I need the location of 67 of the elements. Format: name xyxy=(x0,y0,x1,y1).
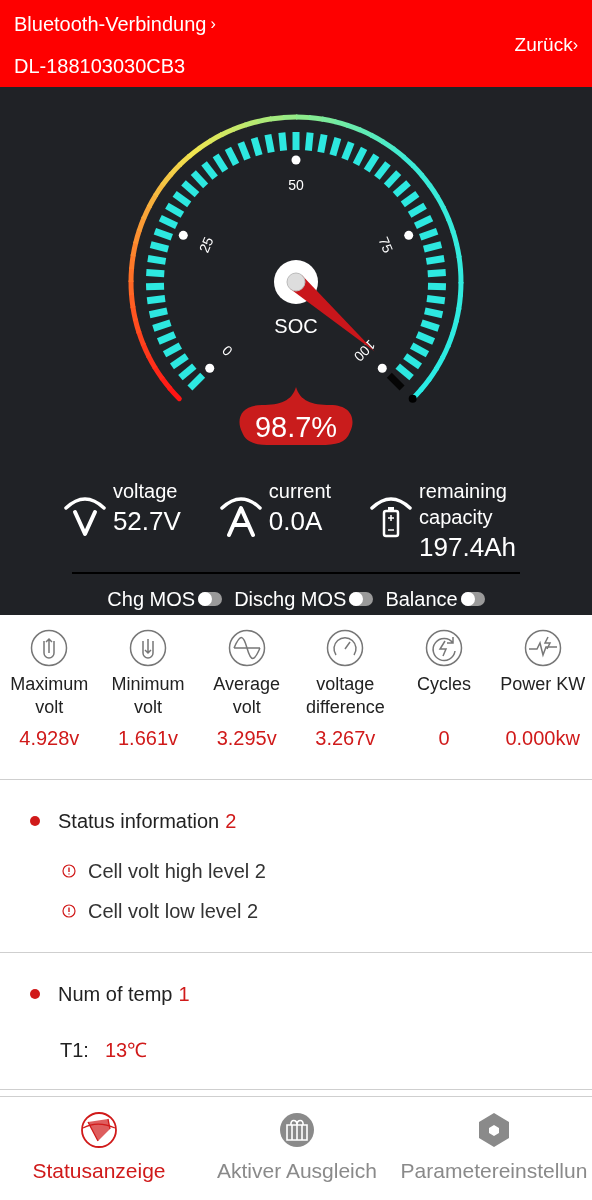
switch-label: Balance xyxy=(385,587,458,612)
nav-tab[interactable]: Parametereinstellun xyxy=(396,1111,592,1187)
reading-label: voltage xyxy=(112,479,179,504)
stat-value: 0 xyxy=(438,726,450,751)
scale-label: 100 xyxy=(350,336,379,365)
back-button[interactable]: Zurück› xyxy=(514,32,578,58)
section-count: 1 xyxy=(178,982,190,1007)
stat-label: Cycles xyxy=(416,673,472,696)
stat-value: 4.928v xyxy=(19,726,80,751)
nav-tab[interactable]: Aktiver Ausgleich xyxy=(198,1111,396,1187)
status-message: Cell volt low level 2 xyxy=(88,899,259,924)
stat-value: 3.295v xyxy=(216,726,277,751)
toggle-switch[interactable] xyxy=(349,592,374,606)
switch-label: Dischg MOS xyxy=(234,587,347,612)
gift-icon xyxy=(278,1111,316,1149)
sine-wave-icon xyxy=(227,629,266,667)
scale-label: 0 xyxy=(218,342,236,360)
voltage-icon xyxy=(62,494,107,538)
switch-label: Chg MOS xyxy=(107,587,196,612)
scale-dot-icon xyxy=(291,155,301,165)
gauge-icon xyxy=(326,629,365,667)
scale-dot-icon xyxy=(205,363,215,373)
section-title: Num of temp xyxy=(58,982,173,1007)
section-title: Status information xyxy=(58,809,220,834)
warning-icon xyxy=(62,864,76,878)
arrow-down-icon xyxy=(129,629,167,667)
scale-dot-icon xyxy=(377,363,387,373)
soc-value: 98.7% xyxy=(254,411,338,443)
chevron-icon: › xyxy=(210,12,216,36)
pulse-icon xyxy=(523,629,562,667)
stat-label: Average volt xyxy=(212,673,281,719)
temp-value: 13℃ xyxy=(104,1038,148,1063)
section-count: 2 xyxy=(225,809,237,834)
bullet-icon xyxy=(30,989,40,999)
nav-tab[interactable]: Statusanzeige xyxy=(0,1111,198,1187)
stat-value: 0.000kw xyxy=(505,726,580,751)
stat-label: voltage difference xyxy=(304,673,386,719)
stat-value: 1.661v xyxy=(117,726,178,751)
connection-link[interactable]: Bluetooth-Verbindung xyxy=(14,9,207,39)
cycle-icon xyxy=(425,629,463,667)
bullet-icon xyxy=(30,816,40,826)
current-icon xyxy=(218,494,263,538)
scale-label: 25 xyxy=(195,234,217,255)
scale-dot-icon xyxy=(404,230,414,240)
reading-label: current xyxy=(268,479,332,504)
toggle-switch[interactable] xyxy=(198,592,223,606)
end-dot-icon xyxy=(408,394,417,403)
scale-dot-icon xyxy=(178,230,188,240)
scale-label: 75 xyxy=(375,234,397,255)
device-name: DL-188103030CB3 xyxy=(14,54,187,79)
stat-label: Power KW xyxy=(499,673,587,696)
temp-name: T1: xyxy=(60,1038,89,1063)
reading-value: 197.4Ah xyxy=(419,531,517,564)
reading-value: 52.7V xyxy=(112,505,181,538)
arrow-up-icon xyxy=(30,629,69,667)
gauge-label: SOC xyxy=(274,315,318,337)
status-message: Cell volt high level 2 xyxy=(88,859,266,884)
stat-label: Minimum volt xyxy=(110,673,186,719)
reading-label: remaining capacity xyxy=(419,479,508,530)
stat-label: Maximum volt xyxy=(9,673,90,719)
battery-icon xyxy=(369,494,414,538)
toggle-switch[interactable] xyxy=(460,592,485,606)
scale-label: 50 xyxy=(288,176,304,193)
stat-value: 3.267v xyxy=(315,726,376,751)
reading-value: 0.0A xyxy=(268,505,324,538)
globe-icon xyxy=(80,1111,118,1149)
warning-icon xyxy=(62,904,76,918)
